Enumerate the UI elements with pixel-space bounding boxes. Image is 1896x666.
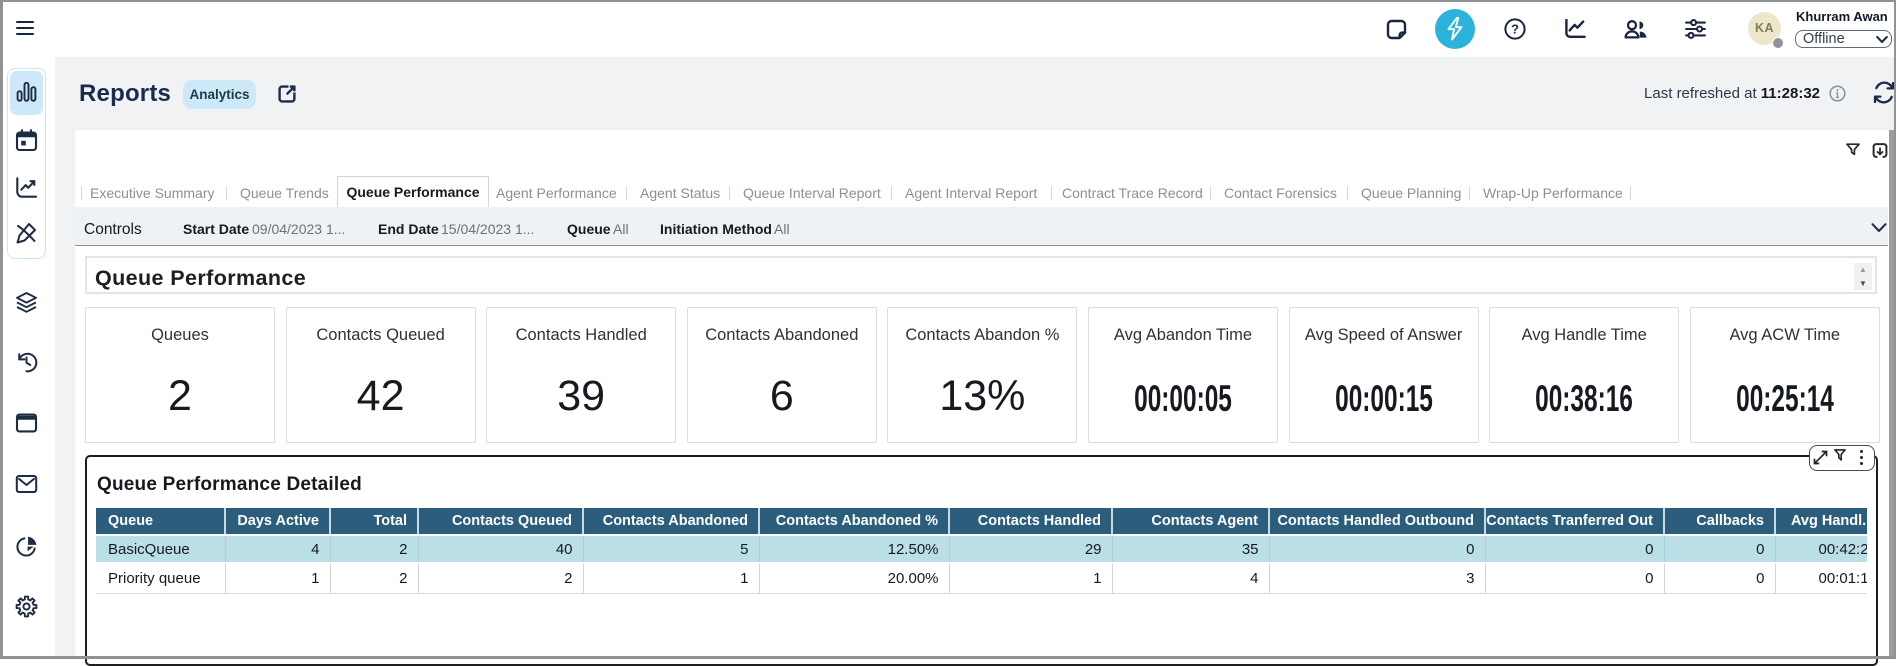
svg-text:?: ?: [1511, 22, 1519, 37]
